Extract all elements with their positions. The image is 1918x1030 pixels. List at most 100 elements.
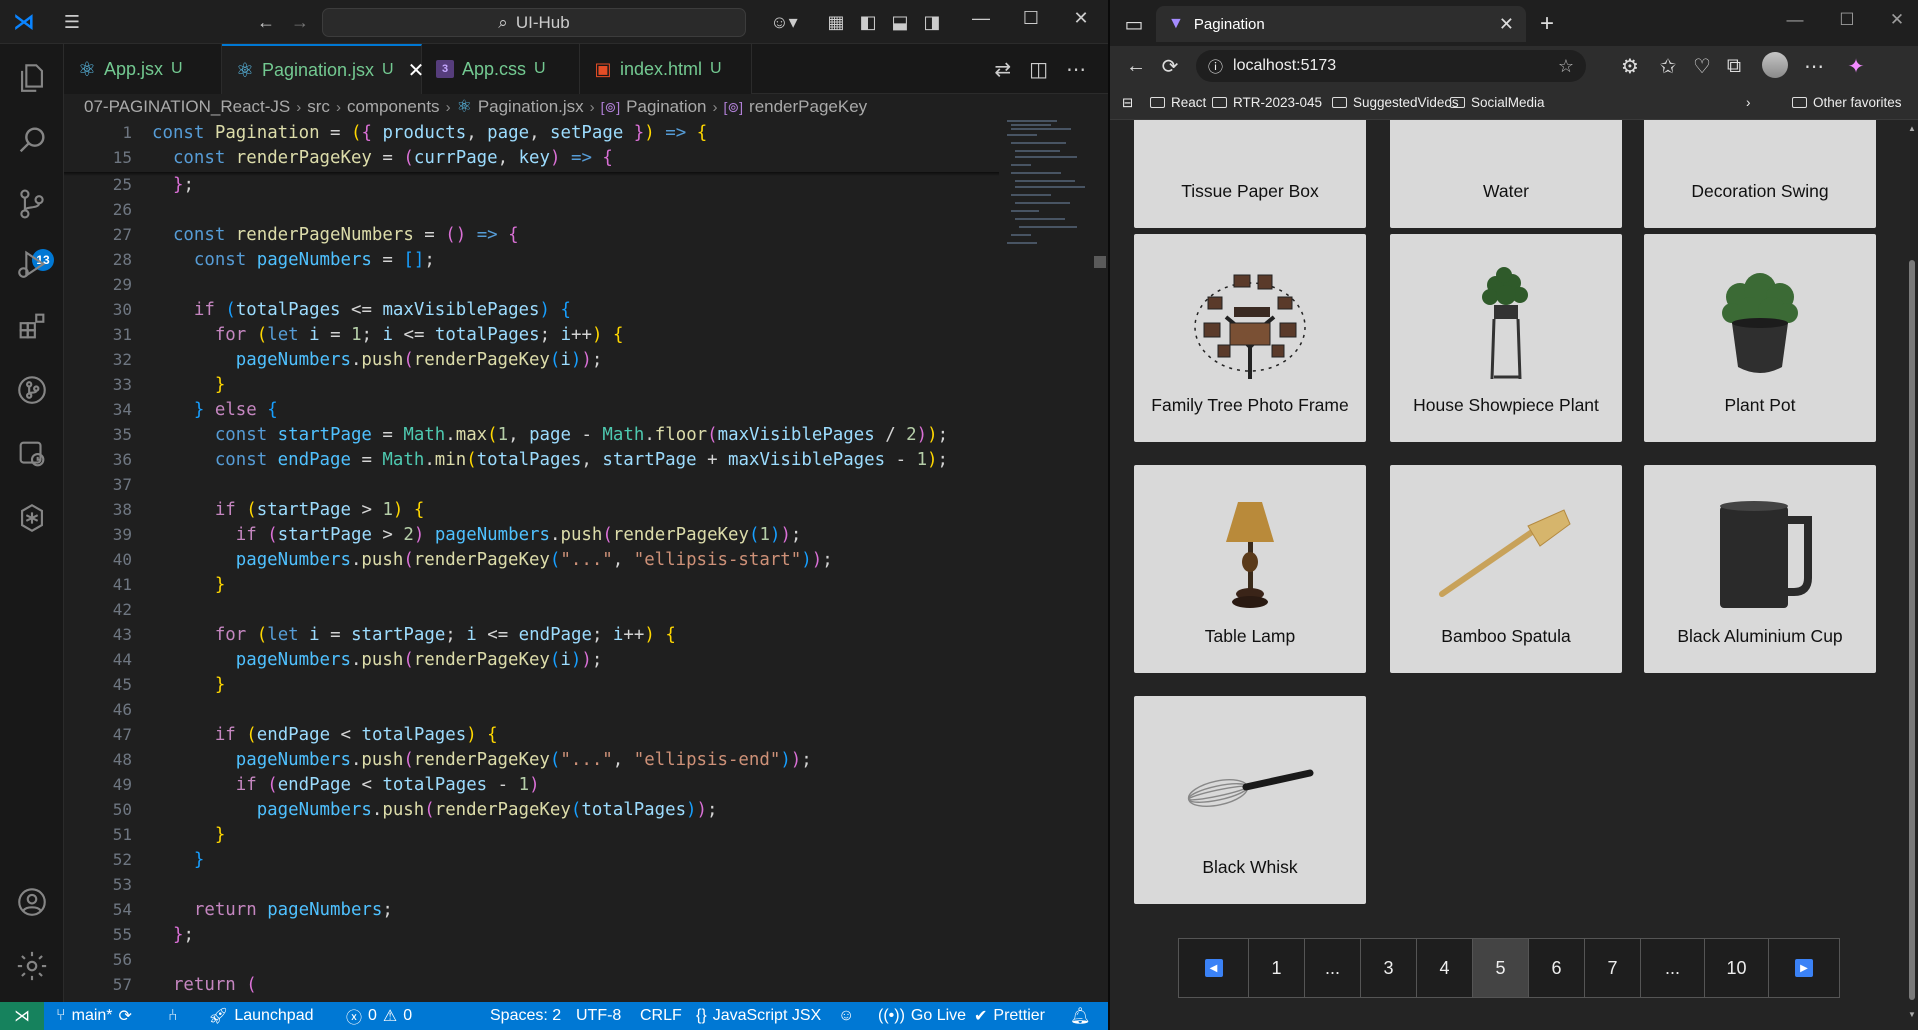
more-menu-icon[interactable]: ⋯ (1802, 54, 1826, 78)
chatgpt-icon[interactable] (12, 498, 52, 538)
bookmarks-overflow-chevron-icon[interactable]: › (1746, 95, 1751, 110)
tab-pagination-jsx[interactable]: ⚛ Pagination.jsx U ✕ (222, 44, 424, 94)
launchpad-status[interactable]: 🚀︎ Launchpad (208, 1002, 314, 1030)
tab-index-html[interactable]: ▣ index.html U (580, 44, 752, 94)
bookmark-tab-icon[interactable]: ⊟ (1122, 95, 1133, 111)
new-tab-icon[interactable]: + (1540, 10, 1554, 38)
scroll-thumb[interactable] (1909, 260, 1915, 1000)
close-window-icon[interactable]: ✕ (1882, 10, 1912, 30)
page-button[interactable]: 1 (1249, 939, 1305, 997)
page-button[interactable]: 6 (1529, 939, 1585, 997)
tab-app-css[interactable]: 3 App.css U (422, 44, 580, 94)
breadcrumb-item[interactable]: renderPageKey (749, 97, 867, 117)
breadcrumb-item[interactable]: Pagination (626, 97, 706, 117)
page-scrollbar[interactable]: ▲ ▼ (1906, 120, 1918, 1030)
product-card[interactable]: Black Whisk (1134, 696, 1366, 904)
split-editor-icon[interactable]: ◫ (1029, 57, 1048, 82)
problems-status[interactable]: ⓧ 0 ⚠ 0 (346, 1002, 412, 1030)
notifications-bell-icon[interactable]: 🔔︎ (1070, 1002, 1090, 1030)
favorite-star-icon[interactable]: ☆ (1558, 56, 1574, 77)
back-arrow-icon[interactable]: ← (254, 10, 278, 34)
tab-actions-icon[interactable]: ▭ (1122, 12, 1146, 36)
product-card[interactable]: Black Aluminium Cup (1644, 465, 1876, 673)
product-card[interactable]: Family Tree Photo Frame (1134, 234, 1366, 442)
minimize-icon[interactable]: — (1780, 10, 1810, 30)
profile-avatar[interactable] (1762, 52, 1788, 78)
next-page-button[interactable]: ▶ (1769, 939, 1839, 997)
search-icon[interactable] (12, 120, 52, 160)
copilot-status-icon[interactable]: ☺ (838, 1002, 854, 1030)
minimap[interactable] (1003, 120, 1091, 280)
explorer-icon[interactable] (12, 58, 52, 98)
code-editor[interactable]: 1 const Pagination = ({ products, page, s… (64, 120, 1108, 1002)
product-card[interactable]: Bamboo Spatula (1390, 465, 1622, 673)
site-info-icon[interactable]: ⓘ (1208, 56, 1223, 77)
eol-status[interactable]: CRLF (640, 1002, 682, 1030)
editor-scrollbar[interactable] (1094, 256, 1106, 268)
breadcrumb-item[interactable]: 07-PAGINATION_React-JS (84, 97, 290, 117)
page-button[interactable]: 3 (1361, 939, 1417, 997)
branch-status[interactable]: ⑂ main* ⟳ (56, 1002, 132, 1030)
back-arrow-icon[interactable]: ← (1124, 54, 1148, 78)
address-bar[interactable]: ⓘ localhost:5173 ☆ (1196, 50, 1586, 82)
breadcrumb-item[interactable]: components (347, 97, 440, 117)
maximize-icon[interactable]: ☐ (1832, 10, 1862, 30)
close-tab-icon[interactable]: ✕ (1499, 14, 1514, 35)
bookmark-social-media[interactable]: SocialMedia (1450, 95, 1545, 110)
prev-page-button[interactable]: ◀ (1179, 939, 1249, 997)
bookmark-rtr[interactable]: RTR-2023-045 (1212, 95, 1322, 110)
more-actions-icon[interactable]: ⋯ (1066, 57, 1086, 82)
scroll-down-icon[interactable]: ▼ (1907, 1010, 1917, 1019)
product-card[interactable]: Decoration Swing (1644, 120, 1876, 228)
breadcrumb-item[interactable]: Pagination.jsx (478, 97, 584, 117)
maximize-icon[interactable]: ☐ (1016, 8, 1046, 29)
compare-changes-icon[interactable]: ⇄ (994, 57, 1011, 82)
extensions-icon[interactable]: ⚙ (1618, 54, 1642, 78)
product-card[interactable]: House Showpiece Plant (1390, 234, 1622, 442)
page-button[interactable]: 4 (1417, 939, 1473, 997)
run-debug-icon[interactable] (12, 244, 52, 284)
command-center-search[interactable]: ⌕ UI-Hub (322, 8, 746, 37)
settings-gear-icon[interactable] (12, 946, 52, 986)
favorites-icon[interactable]: ✩ (1656, 54, 1680, 78)
accounts-icon[interactable] (12, 882, 52, 922)
page-button[interactable]: 7 (1585, 939, 1641, 997)
minimize-icon[interactable]: — (966, 8, 996, 29)
copilot-icon[interactable]: ☺▾ (764, 10, 804, 34)
toggle-sidebar-icon[interactable]: ◧ (856, 10, 880, 34)
scroll-up-icon[interactable]: ▲ (1907, 124, 1917, 133)
prettier-status[interactable]: ✔ Prettier (974, 1002, 1045, 1030)
page-button[interactable]: 10 (1705, 939, 1769, 997)
product-card[interactable]: Water (1390, 120, 1622, 228)
customize-layout-icon[interactable]: ▦ (824, 10, 848, 34)
page-button-current[interactable]: 5 (1473, 939, 1529, 997)
encoding-status[interactable]: UTF-8 (576, 1002, 621, 1030)
tab-app-jsx[interactable]: ⚛ App.jsx U (64, 44, 222, 94)
close-window-icon[interactable]: ✕ (1066, 8, 1096, 29)
bookmark-react[interactable]: React (1150, 95, 1206, 110)
remote-indicator-icon[interactable]: ⋊ (0, 1002, 44, 1030)
product-card[interactable]: Tissue Paper Box (1134, 120, 1366, 228)
browser-essentials-icon[interactable]: ♡ (1690, 54, 1714, 78)
sync-icon[interactable]: ⟳ (119, 1006, 132, 1026)
product-card[interactable]: Plant Pot (1644, 234, 1876, 442)
git-graph-status-icon[interactable]: ⑃ (168, 1002, 178, 1030)
breadcrumb-item[interactable]: src (307, 97, 330, 117)
copilot-icon[interactable]: ✦ (1844, 54, 1868, 78)
bookmark-suggested-videos[interactable]: SuggestedVideos (1332, 95, 1459, 110)
git-graph-icon[interactable] (12, 370, 52, 410)
remote-explorer-icon[interactable] (12, 434, 52, 474)
toggle-secondary-sidebar-icon[interactable]: ◨ (920, 10, 944, 34)
browser-tab-pagination[interactable]: ▼ Pagination ✕ (1156, 6, 1526, 42)
language-status[interactable]: {} JavaScript JSX (696, 1002, 821, 1030)
collections-icon[interactable]: ⧉ (1722, 54, 1746, 78)
forward-arrow-icon[interactable]: → (288, 10, 312, 34)
refresh-icon[interactable]: ⟳ (1158, 54, 1182, 78)
other-favorites[interactable]: Other favorites (1792, 95, 1902, 110)
toggle-panel-icon[interactable]: ⬓ (888, 10, 912, 34)
extensions-icon[interactable] (12, 306, 52, 346)
go-live-status[interactable]: ((•)) Go Live (878, 1002, 966, 1030)
menu-icon[interactable]: ☰ (60, 10, 84, 34)
product-card[interactable]: Table Lamp (1134, 465, 1366, 673)
indentation-status[interactable]: Spaces: 2 (490, 1002, 561, 1030)
